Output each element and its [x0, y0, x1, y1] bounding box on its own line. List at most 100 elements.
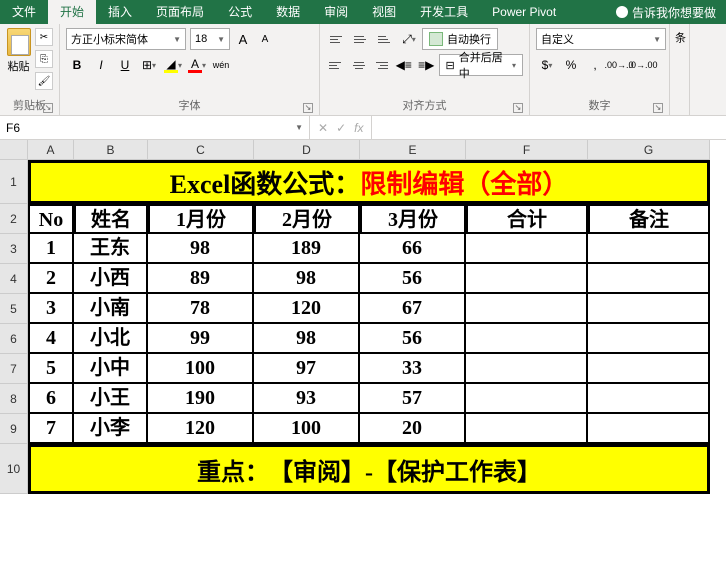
increase-decimal-button[interactable]: .00→.0	[608, 54, 630, 76]
comma-button[interactable]: ,	[584, 54, 606, 76]
table-cell[interactable]: 3	[28, 294, 74, 324]
table-cell[interactable]: 189	[254, 234, 360, 264]
row-header-1[interactable]: 1	[0, 160, 28, 204]
font-launcher[interactable]: ↘	[303, 103, 313, 113]
table-cell[interactable]	[466, 354, 588, 384]
col-header-G[interactable]: G	[588, 140, 710, 160]
table-cell[interactable]: 66	[360, 234, 466, 264]
paste-button[interactable]: 粘贴	[6, 28, 31, 95]
font-color-button[interactable]: A▾	[186, 54, 208, 76]
align-bottom-button[interactable]	[374, 28, 396, 50]
table-header-cell[interactable]: 2月份	[254, 204, 360, 234]
table-cell[interactable]: 120	[148, 414, 254, 444]
table-cell[interactable]: 100	[148, 354, 254, 384]
font-name-select[interactable]: 方正小标宋简体▼	[66, 28, 186, 50]
row-header-5[interactable]: 5	[0, 294, 28, 324]
table-cell[interactable]	[466, 264, 588, 294]
col-header-D[interactable]: D	[254, 140, 360, 160]
align-right-button[interactable]	[371, 54, 392, 76]
table-cell[interactable]: 98	[254, 264, 360, 294]
font-size-select[interactable]: 18▼	[190, 28, 230, 50]
col-header-B[interactable]: B	[74, 140, 148, 160]
accounting-format-button[interactable]: $▾	[536, 54, 558, 76]
tab-review[interactable]: 审阅	[312, 0, 360, 24]
table-cell[interactable]: 小南	[74, 294, 148, 324]
table-cell[interactable]	[588, 354, 710, 384]
table-cell[interactable]: 1	[28, 234, 74, 264]
table-cell[interactable]: 67	[360, 294, 466, 324]
table-cell[interactable]: 7	[28, 414, 74, 444]
table-cell[interactable]: 99	[148, 324, 254, 354]
row-header-7[interactable]: 7	[0, 354, 28, 384]
table-cell[interactable]: 93	[254, 384, 360, 414]
table-cell[interactable]: 小李	[74, 414, 148, 444]
decrease-indent-button[interactable]: ◀≡	[394, 54, 415, 76]
table-cell[interactable]	[588, 264, 710, 294]
table-cell[interactable]	[588, 234, 710, 264]
table-cell[interactable]: 小西	[74, 264, 148, 294]
table-header-cell[interactable]: 姓名	[74, 204, 148, 234]
footer-banner[interactable]: 重点：【审阅】-【保护工作表】	[28, 444, 710, 494]
row-header-6[interactable]: 6	[0, 324, 28, 354]
row-header-4[interactable]: 4	[0, 264, 28, 294]
tab-view[interactable]: 视图	[360, 0, 408, 24]
table-cell[interactable]: 120	[254, 294, 360, 324]
table-cell[interactable]: 97	[254, 354, 360, 384]
tab-developer[interactable]: 开发工具	[408, 0, 480, 24]
align-middle-button[interactable]	[350, 28, 372, 50]
table-cell[interactable]: 57	[360, 384, 466, 414]
select-all-corner[interactable]	[0, 140, 28, 160]
col-header-C[interactable]: C	[148, 140, 254, 160]
percent-button[interactable]: %	[560, 54, 582, 76]
cancel-formula-icon[interactable]: ✕	[318, 121, 328, 135]
tab-data[interactable]: 数据	[264, 0, 312, 24]
phonetic-button[interactable]: wén	[210, 54, 232, 76]
bold-button[interactable]: B	[66, 54, 88, 76]
underline-button[interactable]: U	[114, 54, 136, 76]
tab-home[interactable]: 开始	[48, 0, 96, 24]
orientation-button[interactable]: ⤢▾	[398, 28, 420, 50]
align-center-button[interactable]	[349, 54, 370, 76]
table-header-cell[interactable]: No	[28, 204, 74, 234]
table-cell[interactable]: 王东	[74, 234, 148, 264]
col-header-F[interactable]: F	[466, 140, 588, 160]
table-cell[interactable]: 56	[360, 264, 466, 294]
col-header-A[interactable]: A	[28, 140, 74, 160]
formula-input[interactable]	[372, 116, 726, 139]
tab-page-layout[interactable]: 页面布局	[144, 0, 216, 24]
table-cell[interactable]	[466, 384, 588, 414]
increase-indent-button[interactable]: ≡▶	[416, 54, 437, 76]
table-cell[interactable]: 190	[148, 384, 254, 414]
table-cell[interactable]	[466, 414, 588, 444]
table-cell[interactable]	[466, 294, 588, 324]
align-launcher[interactable]: ↘	[513, 103, 523, 113]
enter-formula-icon[interactable]: ✓	[336, 121, 346, 135]
row-header-3[interactable]: 3	[0, 234, 28, 264]
table-cell[interactable]: 小王	[74, 384, 148, 414]
table-cell[interactable]: 56	[360, 324, 466, 354]
wrap-text-button[interactable]: 自动换行	[422, 28, 498, 50]
table-cell[interactable]: 89	[148, 264, 254, 294]
table-cell[interactable]: 33	[360, 354, 466, 384]
row-header-2[interactable]: 2	[0, 204, 28, 234]
decrease-decimal-button[interactable]: .0→.00	[632, 54, 654, 76]
row-header-8[interactable]: 8	[0, 384, 28, 414]
row-header-9[interactable]: 9	[0, 414, 28, 444]
table-cell[interactable]: 98	[148, 234, 254, 264]
table-cell[interactable]	[466, 324, 588, 354]
fx-icon[interactable]: fx	[354, 121, 363, 135]
title-banner[interactable]: Excel函数公式：限制编辑（全部）	[28, 160, 710, 204]
border-button[interactable]: ⊞▾	[138, 54, 160, 76]
tab-insert[interactable]: 插入	[96, 0, 144, 24]
number-launcher[interactable]: ↘	[653, 103, 663, 113]
grow-font-button[interactable]: A	[234, 29, 252, 49]
tell-me-box[interactable]: 告诉我你想要做	[606, 4, 726, 21]
tab-file[interactable]: 文件	[0, 0, 48, 24]
table-cell[interactable]: 2	[28, 264, 74, 294]
table-cell[interactable]	[588, 384, 710, 414]
clipboard-launcher[interactable]: ↘	[43, 103, 53, 113]
align-left-button[interactable]	[326, 54, 347, 76]
table-cell[interactable]: 小中	[74, 354, 148, 384]
fill-color-button[interactable]: ◢▾	[162, 54, 184, 76]
table-cell[interactable]: 20	[360, 414, 466, 444]
